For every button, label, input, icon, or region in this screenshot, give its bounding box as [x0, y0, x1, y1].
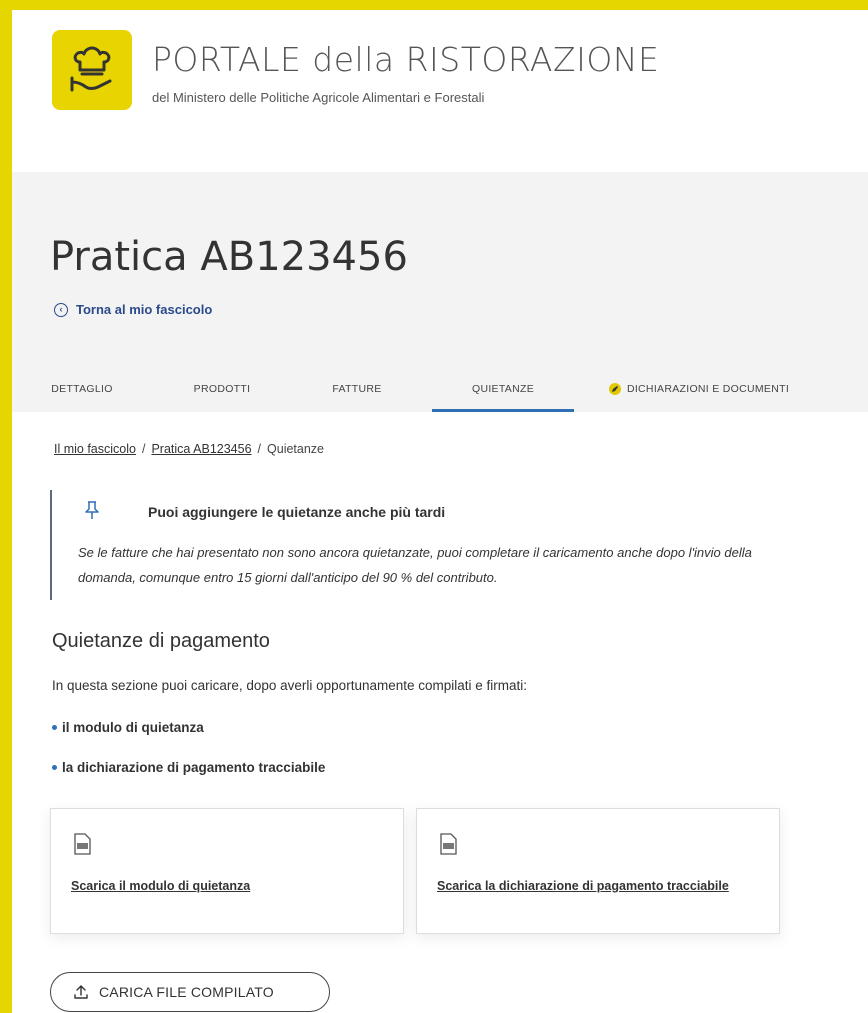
tab-fatture[interactable]: FATTURE	[292, 366, 422, 412]
page-title: Pratica AB123456	[50, 234, 408, 280]
site-header: PORTALE della RISTORAZIONE del Ministero…	[12, 10, 868, 172]
tab-dichiarazioni[interactable]: DICHIARAZIONI E DOCUMENTI	[574, 366, 824, 412]
callout-text: Se le fatture che hai presentato non son…	[78, 545, 752, 585]
breadcrumb: Il mio fascicolo / Pratica AB123456 / Qu…	[54, 442, 324, 456]
download-dichiarazione-link[interactable]: Scarica la dichiarazione di pagamento tr…	[437, 879, 729, 893]
section-intro: In questa sezione puoi caricare, dopo av…	[52, 678, 528, 693]
tab-label: QUIETANZE	[471, 383, 534, 395]
breadcrumb-separator: /	[141, 442, 146, 456]
upload-file-button[interactable]: CARICA FILE COMPILATO	[50, 972, 330, 1012]
tab-prodotti[interactable]: PRODOTTI	[152, 366, 292, 412]
chevron-left-circle-icon: ‹	[54, 302, 68, 317]
breadcrumb-folder-link[interactable]: Il mio fascicolo	[54, 442, 136, 456]
pdf-file-icon	[440, 833, 457, 855]
list-item-label: la dichiarazione di pagamento tracciabil…	[62, 760, 326, 775]
bullet-icon	[52, 725, 57, 730]
list-item: la dichiarazione di pagamento tracciabil…	[52, 760, 325, 775]
upload-button-label: CARICA FILE COMPILATO	[99, 984, 274, 1000]
callout-title: Puoi aggiungere le quietanze anche più t…	[148, 504, 446, 520]
download-card-dichiarazione: Scarica la dichiarazione di pagamento tr…	[416, 808, 780, 934]
download-card-quietanza: Scarica il modulo di quietanza	[50, 808, 404, 934]
breadcrumb-pratica-link[interactable]: Pratica AB123456	[151, 442, 251, 456]
page-hero: Pratica AB123456 ‹ Torna al mio fascicol…	[12, 172, 868, 412]
list-item: il modulo di quietanza	[52, 720, 204, 735]
site-subtitle: del Ministero delle Politiche Agricole A…	[152, 90, 485, 105]
bullet-icon	[52, 765, 57, 770]
pdf-file-icon	[74, 833, 91, 855]
pin-icon	[85, 501, 99, 519]
download-quietanza-link[interactable]: Scarica il modulo di quietanza	[71, 879, 250, 893]
chef-hat-icon	[70, 46, 112, 92]
breadcrumb-current: Quietanze	[267, 442, 325, 456]
tab-label: PRODOTTI	[193, 383, 251, 395]
tab-dettaglio[interactable]: DETTAGLIO	[12, 366, 152, 412]
chef-hat-logo-icon[interactable]	[52, 30, 132, 110]
back-link-label: Torna al mio fascicolo	[76, 302, 213, 317]
page-frame: PORTALE della RISTORAZIONE del Ministero…	[12, 10, 868, 1013]
section-title: Quietanze di pagamento	[52, 630, 270, 652]
info-callout: Puoi aggiungere le quietanze anche più t…	[50, 490, 810, 600]
tab-label: DETTAGLIO	[51, 383, 113, 395]
tab-bar: DETTAGLIO PRODOTTI FATTURE QUIETANZE DIC…	[12, 366, 868, 412]
breadcrumb-separator: /	[257, 442, 262, 456]
pencil-badge-icon	[608, 383, 621, 395]
back-to-folder-link[interactable]: ‹ Torna al mio fascicolo	[54, 302, 212, 317]
tab-label: FATTURE	[332, 383, 382, 395]
upload-icon	[74, 985, 88, 999]
list-item-label: il modulo di quietanza	[62, 720, 204, 735]
tab-label: DICHIARAZIONI E DOCUMENTI	[626, 383, 790, 395]
site-title: PORTALE della RISTORAZIONE	[152, 40, 660, 79]
tab-quietanze[interactable]: QUIETANZE	[432, 366, 574, 412]
